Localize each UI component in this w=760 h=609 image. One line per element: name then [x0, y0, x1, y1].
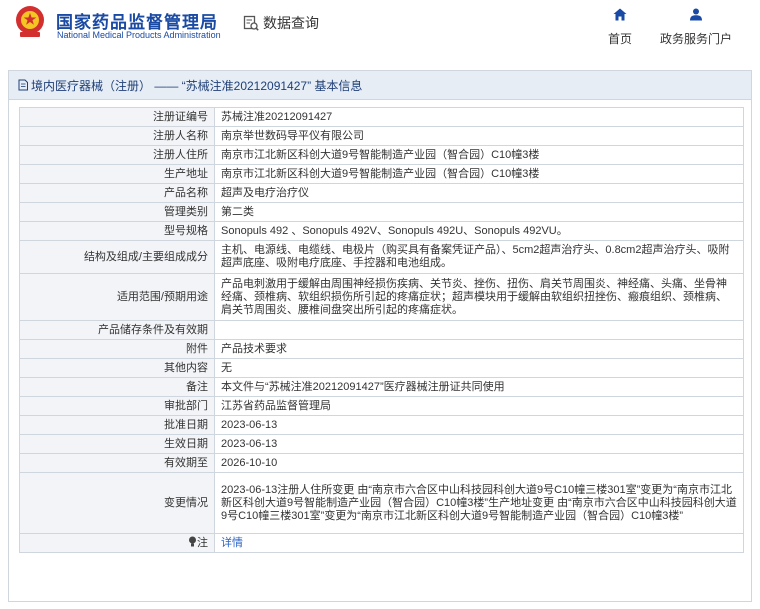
table-row: 备注 本文件与“苏械注准20212091427”医疗器械注册证共同使用 [19, 377, 744, 397]
row-label: 型号规格 [19, 221, 215, 241]
row-label: 变更情况 [19, 472, 215, 534]
row-label: 其他内容 [19, 358, 215, 378]
row-label: 生效日期 [19, 434, 215, 454]
table-row: 结构及组成/主要组成成分 主机、电源线、电缆线、电极片（购买具有备案凭证产品）、5… [19, 240, 744, 274]
row-label: 审批部门 [19, 396, 215, 416]
data-query-link[interactable]: 数据查询 [243, 13, 319, 33]
table-row-note: 注 详情 [19, 533, 744, 553]
row-label: 结构及组成/主要组成成分 [19, 240, 215, 274]
table-row: 生效日期 2023-06-13 [19, 434, 744, 454]
note-value-cell: 详情 [214, 533, 744, 553]
row-label: 有效期至 [19, 453, 215, 473]
row-value: 2023-06-13 [214, 415, 744, 435]
nav-service-portal[interactable]: 政务服务门户 [656, 8, 736, 47]
row-value: 主机、电源线、电缆线、电极片（购买具有备案凭证产品）、5cm2超声治疗头、0.8… [214, 240, 744, 274]
row-label: 产品储存条件及有效期 [19, 320, 215, 340]
row-value: 第二类 [214, 202, 744, 222]
note-label-cell: 注 [19, 533, 215, 553]
row-value: 2023-06-13 [214, 434, 744, 454]
row-value: 苏械注准20212091427 [214, 107, 744, 127]
site-name-en: National Medical Products Administration [57, 30, 221, 40]
row-label: 产品名称 [19, 183, 215, 203]
table-row: 审批部门 江苏省药品监督管理局 [19, 396, 744, 416]
table-row: 其他内容无 [19, 358, 744, 378]
row-label: 注册证编号 [19, 107, 215, 127]
table-row: 批准日期 2023-06-13 [19, 415, 744, 435]
national-emblem-icon [16, 6, 44, 37]
data-query-label: 数据查询 [263, 15, 319, 31]
user-icon [690, 8, 702, 21]
row-label: 批准日期 [19, 415, 215, 435]
table-row: 注册人名称 南京举世数码导平仪有限公司 [19, 126, 744, 146]
note-label: 注 [197, 537, 208, 549]
table-row: 适用范围/预期用途 产品电刺激用于缓解由周围神经损伤疾病、关节炎、挫伤、扭伤、肩关… [19, 273, 744, 321]
table-row: 管理类别 第二类 [19, 202, 744, 222]
document-icon [18, 79, 28, 91]
row-label: 备注 [19, 377, 215, 397]
row-value: 南京市江北新区科创大道9号智能制造产业园（智合园）C10幢3楼 [214, 164, 744, 184]
home-icon [613, 8, 627, 21]
lightbulb-icon [189, 536, 196, 547]
row-label: 注册人名称 [19, 126, 215, 146]
table-row: 产品名称 超声及电疗治疗仪 [19, 183, 744, 203]
row-label: 适用范围/预期用途 [19, 273, 215, 321]
row-label: 生产地址 [19, 164, 215, 184]
panel-title-text: 境内医疗器械（注册） —— “苏械注准20212091427” 基本信息 [31, 78, 363, 93]
table-row: 注册人住所 南京市江北新区科创大道9号智能制造产业园（智合园）C10幢3楼 [19, 145, 744, 165]
row-value: 超声及电疗治疗仪 [214, 183, 744, 203]
table-row: 产品储存条件及有效期 [19, 320, 744, 340]
row-label: 附件 [19, 339, 215, 359]
row-value: 南京市江北新区科创大道9号智能制造产业园（智合园）C10幢3楼 [214, 145, 744, 165]
row-value: 无 [214, 358, 744, 378]
table-row: 附件 产品技术要求 [19, 339, 744, 359]
row-value: 产品电刺激用于缓解由周围神经损伤疾病、关节炎、挫伤、扭伤、肩关节周围炎、神经痛、… [214, 273, 744, 321]
table-row: 变更情况 2023-06-13注册人住所变更 由“南京市六合区中山科技园科创大道9… [19, 472, 744, 534]
nav-home[interactable]: 首页 [604, 8, 636, 47]
detail-table: 注册证编号 苏械注准20212091427 注册人名称 南京举世数码导平仪有限公司 注册… [19, 107, 744, 553]
row-value: Sonopuls 492 、Sonopuls 492V、Sonopuls 492… [214, 221, 744, 241]
row-value: 2023-06-13注册人住所变更 由“南京市六合区中山科技园科创大道9号C10… [214, 472, 744, 534]
row-label: 管理类别 [19, 202, 215, 222]
nav-portal-label: 政务服务门户 [659, 32, 732, 46]
details-link[interactable]: 详情 [221, 537, 243, 549]
row-value: 江苏省药品监督管理局 [214, 396, 744, 416]
row-label: 注册人住所 [19, 145, 215, 165]
row-value: 产品技术要求 [214, 339, 744, 359]
row-value: 南京举世数码导平仪有限公司 [214, 126, 744, 146]
table-row: 型号规格 Sonopuls 492 、Sonopuls 492V、Sonopuls… [19, 221, 744, 241]
table-row: 注册证编号 苏械注准20212091427 [19, 107, 744, 127]
table-row: 有效期至 2026-10-10 [19, 453, 744, 473]
row-value: 2026-10-10 [214, 453, 744, 473]
row-value [214, 320, 744, 340]
site-header: 国家药品监督管理局 National Medical Products Admi… [0, 0, 760, 62]
detail-panel: 境内医疗器械（注册） —— “苏械注准20212091427” 基本信息 注册证… [8, 70, 752, 602]
panel-title: 境内医疗器械（注册） —— “苏械注准20212091427” 基本信息 [9, 71, 751, 100]
table-row: 生产地址 南京市江北新区科创大道9号智能制造产业园（智合园）C10幢3楼 [19, 164, 744, 184]
nav-home-label: 首页 [607, 32, 632, 46]
data-query-icon [243, 15, 259, 31]
row-value: 本文件与“苏械注准20212091427”医疗器械注册证共同使用 [214, 377, 744, 397]
